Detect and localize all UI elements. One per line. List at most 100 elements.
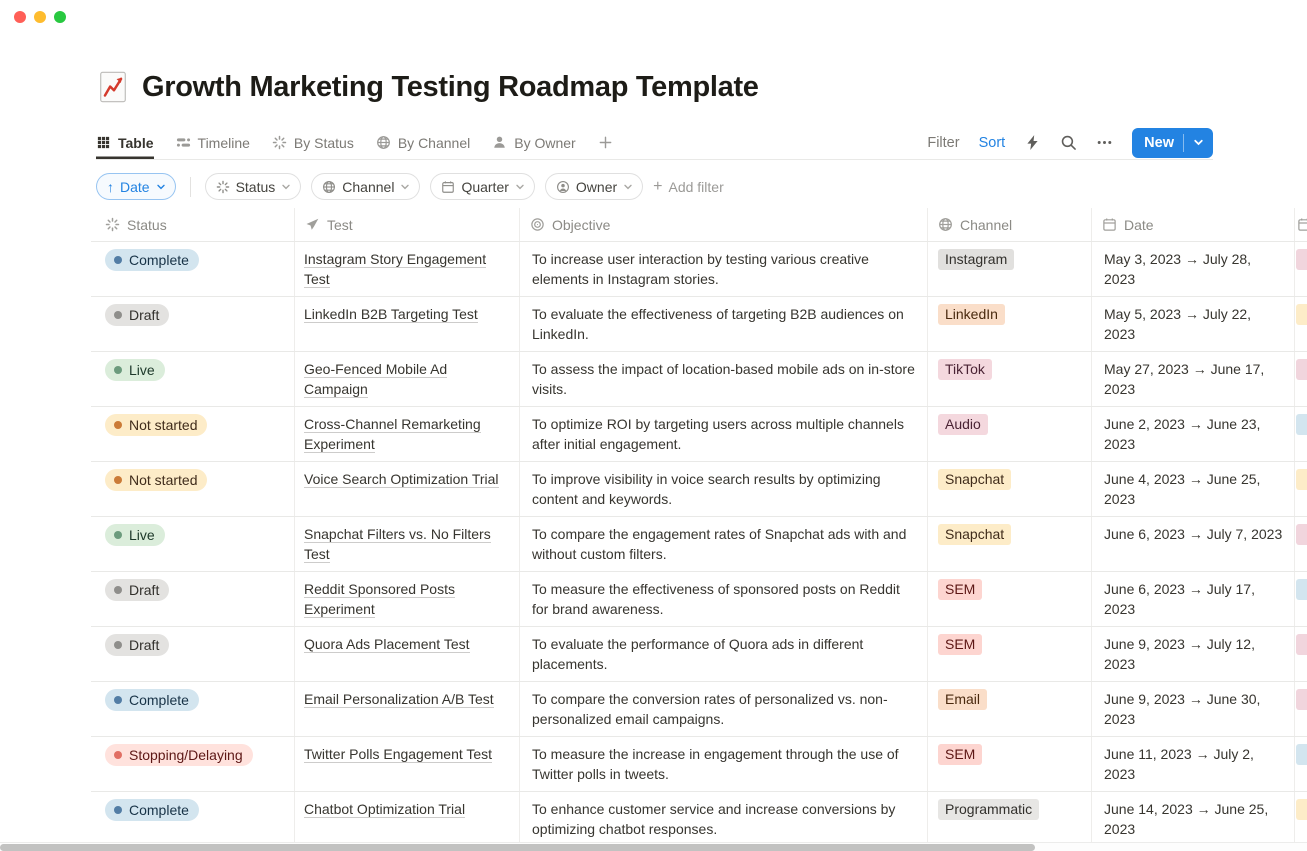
objective-text[interactable]: To optimize ROI by targeting users acros…	[520, 407, 928, 461]
column-header-channel[interactable]: Channel	[928, 208, 1092, 241]
date-range[interactable]: June 6, 2023 → July 17, 2023	[1092, 572, 1295, 626]
channel-badge[interactable]: TikTok	[938, 359, 992, 380]
status-badge[interactable]: Live	[105, 359, 165, 381]
clipped-cell[interactable]	[1295, 682, 1307, 736]
objective-text[interactable]: To compare the conversion rates of perso…	[520, 682, 928, 736]
view-tab-by-channel[interactable]: By Channel	[376, 126, 470, 159]
objective-text[interactable]: To measure the increase in engagement th…	[520, 737, 928, 791]
channel-cell[interactable]: TikTok	[928, 352, 1092, 406]
test-cell[interactable]: Quora Ads Placement Test	[295, 627, 520, 681]
date-range[interactable]: May 27, 2023 → June 17, 2023	[1092, 352, 1295, 406]
date-range[interactable]: June 14, 2023 → June 25, 2023	[1092, 792, 1295, 846]
clipped-cell[interactable]	[1295, 407, 1307, 461]
date-range[interactable]: June 9, 2023 → June 30, 2023	[1092, 682, 1295, 736]
test-link[interactable]: Twitter Polls Engagement Test	[304, 746, 492, 763]
status-badge[interactable]: Live	[105, 524, 165, 546]
status-badge[interactable]: Complete	[105, 249, 199, 271]
minimize-window-button[interactable]	[34, 11, 46, 23]
clipped-cell[interactable]	[1295, 737, 1307, 791]
new-dropdown-button[interactable]	[1184, 137, 1213, 148]
channel-badge[interactable]: Snapchat	[938, 524, 1011, 545]
test-link[interactable]: Email Personalization A/B Test	[304, 691, 494, 708]
channel-badge[interactable]: SEM	[938, 634, 982, 655]
filter-chip-channel[interactable]: Channel	[311, 173, 420, 200]
filter-chip-owner[interactable]: Owner	[545, 173, 643, 200]
channel-cell[interactable]: Audio	[928, 407, 1092, 461]
objective-text[interactable]: To measure the effectiveness of sponsore…	[520, 572, 928, 626]
status-cell[interactable]: Stopping/Delaying	[91, 737, 295, 791]
channel-badge[interactable]: Email	[938, 689, 987, 710]
clipped-cell[interactable]	[1295, 792, 1307, 846]
channel-cell[interactable]: SEM	[928, 627, 1092, 681]
status-badge[interactable]: Not started	[105, 469, 207, 491]
test-cell[interactable]: Snapchat Filters vs. No Filters Test	[295, 517, 520, 571]
new-button[interactable]: New	[1132, 128, 1213, 158]
clipped-cell[interactable]	[1295, 242, 1307, 296]
status-cell[interactable]: Not started	[91, 462, 295, 516]
scrollbar-thumb[interactable]	[0, 844, 1035, 851]
sort-button[interactable]: Sort	[979, 135, 1006, 151]
status-badge[interactable]: Draft	[105, 634, 169, 656]
channel-cell[interactable]: SEM	[928, 737, 1092, 791]
status-badge[interactable]: Complete	[105, 689, 199, 711]
test-cell[interactable]: Cross-Channel Remarketing Experiment	[295, 407, 520, 461]
status-badge[interactable]: Draft	[105, 304, 169, 326]
column-header-clipped[interactable]	[1295, 208, 1307, 241]
clipped-cell[interactable]	[1295, 517, 1307, 571]
test-link[interactable]: Snapchat Filters vs. No Filters Test	[304, 526, 491, 563]
channel-cell[interactable]: Email	[928, 682, 1092, 736]
column-header-status[interactable]: Status	[91, 208, 295, 241]
test-link[interactable]: Instagram Story Engagement Test	[304, 251, 486, 288]
date-range[interactable]: May 3, 2023 → July 28, 2023	[1092, 242, 1295, 296]
test-link[interactable]: LinkedIn B2B Targeting Test	[304, 306, 478, 323]
date-range[interactable]: June 11, 2023 → July 2, 2023	[1092, 737, 1295, 791]
test-link[interactable]: Chatbot Optimization Trial	[304, 801, 465, 818]
status-cell[interactable]: Draft	[91, 572, 295, 626]
status-cell[interactable]: Complete	[91, 682, 295, 736]
channel-badge[interactable]: Audio	[938, 414, 988, 435]
test-cell[interactable]: Email Personalization A/B Test	[295, 682, 520, 736]
clipped-cell[interactable]	[1295, 572, 1307, 626]
test-cell[interactable]: Instagram Story Engagement Test	[295, 242, 520, 296]
test-cell[interactable]: Twitter Polls Engagement Test	[295, 737, 520, 791]
date-range[interactable]: June 2, 2023 → June 23, 2023	[1092, 407, 1295, 461]
status-badge[interactable]: Stopping/Delaying	[105, 744, 253, 766]
filter-chip-quarter[interactable]: Quarter	[430, 173, 534, 200]
status-cell[interactable]: Complete	[91, 242, 295, 296]
channel-badge[interactable]: SEM	[938, 744, 982, 765]
add-view-button[interactable]	[598, 126, 613, 159]
channel-cell[interactable]: SEM	[928, 572, 1092, 626]
status-badge[interactable]: Complete	[105, 799, 199, 821]
channel-cell[interactable]: Snapchat	[928, 517, 1092, 571]
test-link[interactable]: Voice Search Optimization Trial	[304, 471, 499, 488]
sort-chip-date[interactable]: ↑ Date	[96, 173, 176, 200]
search-icon[interactable]	[1060, 134, 1077, 151]
add-filter-button[interactable]: + Add filter	[653, 178, 724, 196]
view-tab-table[interactable]: Table	[96, 126, 154, 159]
status-cell[interactable]: Live	[91, 352, 295, 406]
date-range[interactable]: June 9, 2023 → July 12, 2023	[1092, 627, 1295, 681]
clipped-cell[interactable]	[1295, 462, 1307, 516]
test-cell[interactable]: Chatbot Optimization Trial	[295, 792, 520, 846]
status-cell[interactable]: Draft	[91, 297, 295, 351]
objective-text[interactable]: To evaluate the effectiveness of targeti…	[520, 297, 928, 351]
column-header-objective[interactable]: Objective	[520, 208, 928, 241]
clipped-cell[interactable]	[1295, 627, 1307, 681]
channel-cell[interactable]: LinkedIn	[928, 297, 1092, 351]
objective-text[interactable]: To increase user interaction by testing …	[520, 242, 928, 296]
status-cell[interactable]: Live	[91, 517, 295, 571]
channel-cell[interactable]: Programmatic	[928, 792, 1092, 846]
column-header-date[interactable]: Date	[1092, 208, 1295, 241]
channel-badge[interactable]: Programmatic	[938, 799, 1039, 820]
channel-badge[interactable]: SEM	[938, 579, 982, 600]
column-header-test[interactable]: Test	[295, 208, 520, 241]
more-options-icon[interactable]	[1096, 134, 1113, 151]
view-tab-by-status[interactable]: By Status	[272, 126, 354, 159]
zoom-window-button[interactable]	[54, 11, 66, 23]
objective-text[interactable]: To assess the impact of location-based m…	[520, 352, 928, 406]
date-range[interactable]: May 5, 2023 → July 22, 2023	[1092, 297, 1295, 351]
status-badge[interactable]: Not started	[105, 414, 207, 436]
clipped-cell[interactable]	[1295, 297, 1307, 351]
status-cell[interactable]: Not started	[91, 407, 295, 461]
test-cell[interactable]: LinkedIn B2B Targeting Test	[295, 297, 520, 351]
